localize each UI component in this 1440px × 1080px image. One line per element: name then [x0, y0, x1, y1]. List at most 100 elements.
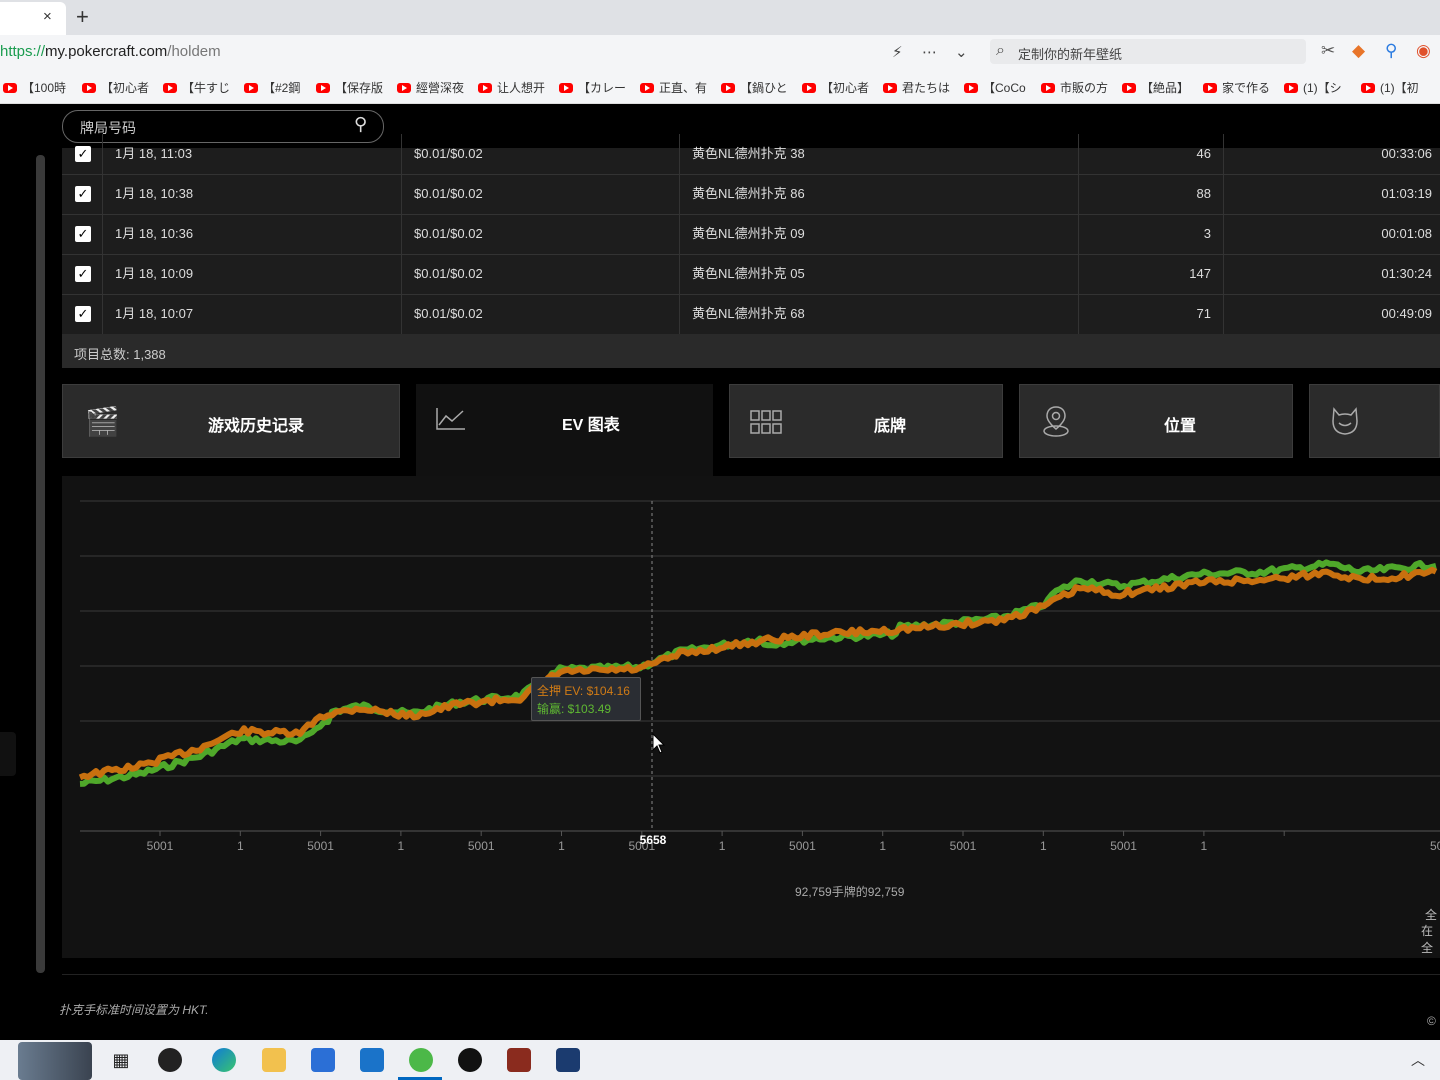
youtube-icon	[1284, 83, 1298, 93]
tooltip-won-value: 输赢: $103.49	[537, 702, 612, 716]
cell-duration: 00:01:08	[1381, 226, 1432, 241]
youtube-icon	[244, 83, 258, 93]
cell-date: 1月 18, 10:38	[115, 186, 194, 201]
bookmark-item[interactable]: 【鍋ひと	[721, 79, 788, 96]
gg-poker-icon[interactable]	[507, 1048, 531, 1072]
scissors-icon[interactable]: ✂	[1321, 41, 1335, 61]
youtube-icon	[397, 83, 411, 93]
eye-extension-icon[interactable]: ◉	[1416, 41, 1431, 61]
browser-tab[interactable]	[0, 2, 66, 35]
tab-ev-chart[interactable]: EV 图表	[416, 384, 713, 476]
pinwheel-app-icon[interactable]	[158, 1048, 182, 1072]
column-divider	[102, 134, 103, 174]
ev-chart[interactable]: 5001150011500115001150011500115001150565…	[0, 476, 1440, 958]
bookmark-item[interactable]: 【100時	[3, 79, 66, 96]
line-chart-icon	[436, 406, 466, 438]
task-view-icon[interactable]: ▦	[109, 1048, 133, 1072]
bookmark-item[interactable]: 【初心者	[802, 79, 869, 96]
table-row[interactable]: ✓ 1月 18, 10:36 $0.01/$0.02 黄色NL德州扑克 09 3 00:0…	[62, 214, 1440, 255]
youtube-icon	[163, 83, 177, 93]
cell-hands: 88	[1196, 186, 1211, 201]
url-host: my.pokercraft.com	[45, 43, 168, 60]
url-path: /holdem	[167, 43, 221, 60]
game-controller-icon[interactable]: ◆	[1352, 41, 1365, 61]
bookmark-item[interactable]: 让人想开	[478, 79, 545, 96]
cat-app-icon[interactable]	[556, 1048, 580, 1072]
row-checkbox[interactable]: ✓	[75, 186, 91, 202]
tab-opponents[interactable]	[1309, 384, 1440, 458]
mail-icon[interactable]	[360, 1048, 384, 1072]
new-tab-button[interactable]: +	[76, 4, 89, 30]
browser-search-placeholder[interactable]: 定制你的新年壁纸	[1018, 44, 1122, 63]
x-tick-label: 5001	[950, 839, 977, 853]
bookmark-item[interactable]: 君たちは	[883, 79, 950, 96]
youtube-icon	[316, 83, 330, 93]
bookmark-item[interactable]: 正直、有	[640, 79, 707, 96]
file-explorer-icon[interactable]	[262, 1048, 286, 1072]
bookmark-label: 市販の方	[1060, 81, 1109, 95]
bookmark-item[interactable]: 【保存版	[316, 79, 383, 96]
url-scheme: https://	[0, 43, 46, 60]
row-checkbox[interactable]: ✓	[75, 146, 91, 162]
x-tick-label: 5001	[468, 839, 495, 853]
tab-game-history[interactable]: 🎬 游戏历史记录	[62, 384, 400, 458]
mouse-cursor-icon	[652, 733, 666, 754]
qq-icon[interactable]	[458, 1048, 482, 1072]
x-tick-label: 1	[237, 839, 244, 853]
edge-browser-icon[interactable]	[212, 1048, 236, 1072]
browser-app-icon[interactable]	[409, 1048, 433, 1072]
cell-stakes: $0.01/$0.02	[414, 146, 483, 161]
bookmark-item[interactable]: 【絶品】	[1122, 79, 1189, 96]
bookmark-label: 【#2鋼	[263, 81, 301, 95]
cell-hands: 3	[1203, 226, 1211, 241]
chart-side-label: 全	[1425, 908, 1438, 922]
address-bar[interactable]: https://my.pokercraft.com/holdem	[0, 43, 221, 60]
cell-table: 黄色NL德州扑克 38	[692, 146, 805, 161]
cell-date: 1月 18, 10:07	[115, 306, 194, 321]
cat-face-icon	[1330, 405, 1360, 444]
bookmark-item[interactable]: 【初心者	[82, 79, 149, 96]
lightning-icon[interactable]: ⚡	[892, 43, 903, 61]
x-tick-label: 1	[879, 839, 886, 853]
bookmark-item[interactable]: 【牛すじ	[163, 79, 230, 96]
table-row[interactable]: ✓ 1月 18, 11:03 $0.01/$0.02 黄色NL德州扑克 38 46 00:…	[62, 134, 1440, 175]
row-checkbox[interactable]: ✓	[75, 306, 91, 322]
row-checkbox[interactable]: ✓	[75, 266, 91, 282]
bookmark-item[interactable]: 【カレー	[559, 79, 626, 96]
bookmark-label: (1)【シ	[1303, 81, 1342, 95]
table-row[interactable]: ✓ 1月 18, 10:38 $0.01/$0.02 黄色NL德州扑克 86 88 01:…	[62, 174, 1440, 215]
column-divider	[102, 254, 103, 294]
table-row[interactable]: ✓ 1月 18, 10:09 $0.01/$0.02 黄色NL德州扑克 05 147 01…	[62, 254, 1440, 295]
cell-stakes: $0.01/$0.02	[414, 266, 483, 281]
taskbar-wallpaper-thumbnail[interactable]	[18, 1042, 92, 1080]
x-tick-label: 1	[1201, 839, 1208, 853]
bookmark-item[interactable]: (1)【初	[1361, 79, 1419, 96]
bookmark-item[interactable]: 【CoCo	[964, 79, 1026, 96]
youtube-icon	[82, 83, 96, 93]
tab-position[interactable]: 位置	[1019, 384, 1293, 458]
bookmark-item[interactable]: 市販の方	[1041, 79, 1108, 96]
bookmark-label: 【初心者	[101, 81, 150, 95]
bookmark-item[interactable]: (1)【シ	[1284, 79, 1342, 96]
bookmark-item[interactable]: 【#2鋼	[244, 79, 300, 96]
tray-chevron-up-icon[interactable]: ︿	[1411, 1050, 1425, 1070]
column-divider	[679, 214, 680, 254]
search-icon[interactable]: ⚲	[354, 114, 367, 135]
bookmark-item[interactable]: 家で作る	[1203, 79, 1270, 96]
x-tick-label: 1	[558, 839, 565, 853]
x-tick-label: 5001	[1110, 839, 1137, 853]
close-tab-icon[interactable]: ×	[43, 8, 52, 25]
more-dots-icon[interactable]: ⋯	[922, 43, 937, 61]
magnifier-extension-icon[interactable]: ⚲	[1385, 41, 1397, 61]
chevron-down-icon[interactable]: ⌄	[955, 43, 968, 61]
bookmark-item[interactable]: 經營深夜	[397, 79, 464, 96]
table-row[interactable]: ✓ 1月 18, 10:07 $0.01/$0.02 黄色NL德州扑克 68 71 00:…	[62, 294, 1440, 335]
youtube-icon	[883, 83, 897, 93]
store-icon[interactable]	[311, 1048, 335, 1072]
tab-showdown-label: 底牌	[874, 418, 907, 435]
browser-tab-bar	[0, 0, 1440, 35]
map-pin-icon	[1042, 405, 1070, 444]
cell-hands: 46	[1196, 146, 1211, 161]
tab-showdown[interactable]: 底牌	[729, 384, 1003, 458]
row-checkbox[interactable]: ✓	[75, 226, 91, 242]
